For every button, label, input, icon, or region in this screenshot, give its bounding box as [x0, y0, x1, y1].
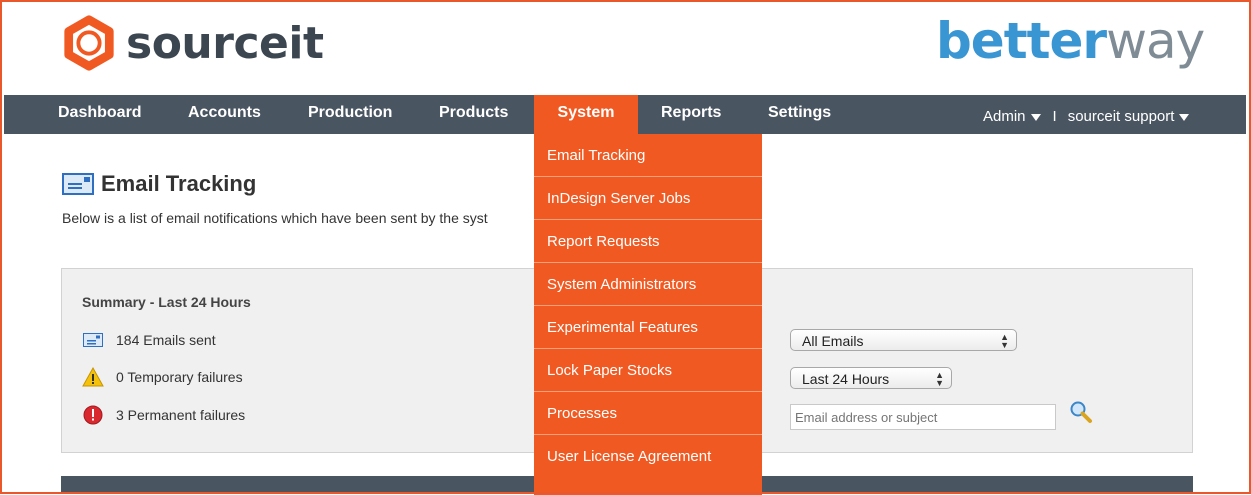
select-arrows-icon: ▲ ▼: [1000, 332, 1009, 350]
stat-sent: 184 Emails sent: [82, 329, 216, 351]
menu-item-lock-paper-stocks[interactable]: Lock Paper Stocks: [534, 349, 762, 392]
error-icon: [82, 404, 104, 426]
support-menu[interactable]: sourceit support: [1068, 108, 1190, 125]
main-nav: Dashboard Accounts Production Products S…: [4, 95, 1246, 134]
support-label: sourceit support: [1067, 108, 1175, 125]
stat-permanent-text: 3 Permanent failures: [116, 407, 246, 423]
page-title: Email Tracking: [62, 171, 256, 197]
admin-label: Admin: [983, 108, 1026, 125]
betterway-logo-part1: better: [936, 12, 1107, 70]
page-title-text: Email Tracking: [101, 171, 257, 196]
logo-text: sourceit: [126, 17, 324, 69]
period-select[interactable]: Last 24 Hours ▲ ▼: [790, 367, 952, 389]
menu-item-user-license-agreement[interactable]: User License Agreement: [534, 435, 762, 495]
nav-settings[interactable]: Settings: [768, 95, 831, 134]
warning-icon: [82, 366, 104, 388]
betterway-logo-part2: way: [1106, 12, 1205, 70]
menu-item-processes[interactable]: Processes: [534, 392, 762, 435]
menu-item-email-tracking[interactable]: Email Tracking: [534, 134, 762, 177]
menu-item-report-requests[interactable]: Report Requests: [534, 220, 762, 263]
stat-permanent: 3 Permanent failures: [82, 404, 245, 426]
betterway-logo: betterway: [936, 12, 1205, 70]
email-type-select[interactable]: All Emails ▲ ▼: [790, 329, 1017, 351]
stat-sent-text: 184 Emails sent: [116, 332, 216, 348]
email-type-value: All Emails: [802, 333, 864, 349]
menu-item-system-administrators[interactable]: System Administrators: [534, 263, 762, 306]
caret-down-icon: [1179, 113, 1190, 121]
sourceit-logo[interactable]: sourceit: [60, 14, 324, 72]
nav-dashboard[interactable]: Dashboard: [58, 95, 142, 134]
admin-menu[interactable]: Admin: [983, 108, 1041, 125]
nav-products[interactable]: Products: [439, 95, 508, 134]
search-input[interactable]: [790, 404, 1056, 430]
nav-reports[interactable]: Reports: [661, 95, 721, 134]
menu-item-experimental-features[interactable]: Experimental Features: [534, 306, 762, 349]
system-dropdown-menu: Email Tracking InDesign Server Jobs Repo…: [534, 134, 762, 495]
summary-title: Summary - Last 24 Hours: [82, 294, 251, 310]
stat-temporary: 0 Temporary failures: [82, 366, 243, 388]
email-icon: [62, 173, 94, 195]
nav-system[interactable]: System: [534, 95, 638, 134]
stat-temporary-text: 0 Temporary failures: [116, 369, 243, 385]
menu-item-indesign-server-jobs[interactable]: InDesign Server Jobs: [534, 177, 762, 220]
nav-separator: I: [1052, 108, 1057, 125]
nav-production[interactable]: Production: [308, 95, 392, 134]
search-icon[interactable]: [1069, 400, 1093, 424]
period-value: Last 24 Hours: [802, 371, 890, 387]
page-description: Below is a list of email notifications w…: [62, 210, 488, 226]
caret-down-icon: [1030, 113, 1041, 121]
select-arrows-icon: ▲ ▼: [935, 370, 944, 388]
sourceit-logo-icon: [64, 15, 114, 71]
email-icon: [82, 329, 104, 351]
nav-accounts[interactable]: Accounts: [188, 95, 261, 134]
